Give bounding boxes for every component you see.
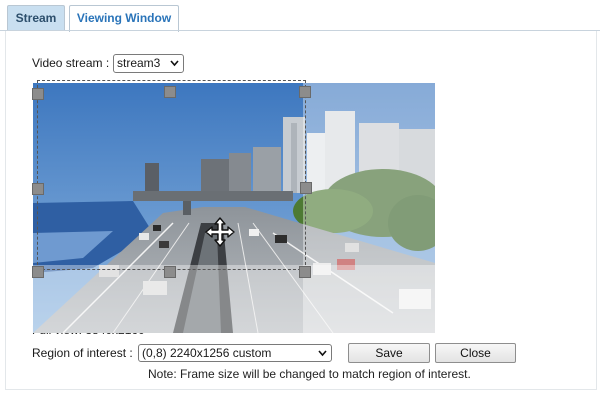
resize-handle-left[interactable] (32, 183, 44, 195)
frame-size-note: Note: Frame size will be changed to matc… (148, 367, 471, 381)
resize-handle-bottom-right[interactable] (299, 266, 311, 278)
chevron-down-icon (170, 56, 179, 76)
move-arrows-icon[interactable] (204, 216, 236, 248)
resize-handle-bottom[interactable] (164, 266, 176, 278)
close-button[interactable]: Close (435, 343, 516, 363)
region-of-interest-label: Region of interest : (32, 346, 133, 360)
resize-handle-top[interactable] (164, 86, 176, 98)
region-of-interest-select[interactable]: (0,8) 2240x1256 custom (138, 344, 332, 362)
tab-bar: Stream Viewing Window (0, 0, 600, 32)
viewing-window-stage (30, 80, 442, 338)
video-stream-label: Video stream : (32, 56, 110, 70)
resize-handle-bottom-left[interactable] (32, 266, 44, 278)
chevron-down-icon (318, 346, 327, 366)
tab-viewing-window[interactable]: Viewing Window (69, 5, 179, 32)
region-of-interest-value: (0,8) 2240x1256 custom (142, 346, 272, 360)
save-button[interactable]: Save (348, 343, 430, 363)
region-selection-box[interactable] (37, 80, 306, 270)
resize-handle-top-right[interactable] (299, 86, 311, 98)
tab-stream[interactable]: Stream (7, 5, 65, 31)
resize-handle-top-left[interactable] (32, 88, 44, 100)
video-stream-select[interactable]: stream3 (113, 54, 184, 73)
video-stream-value: stream3 (117, 56, 161, 70)
resize-handle-right[interactable] (300, 182, 312, 194)
